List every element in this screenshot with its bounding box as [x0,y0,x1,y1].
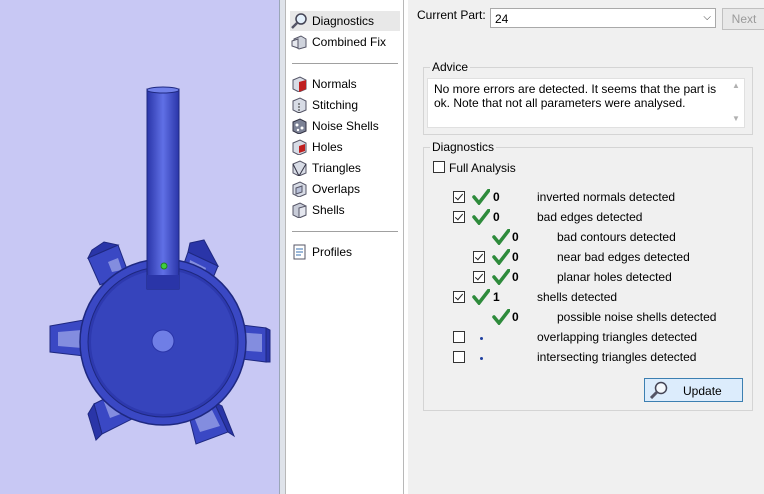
magnifier-icon [290,13,308,29]
check-icon [492,249,510,265]
holes-icon [290,139,308,156]
overlaps-icon [290,181,308,198]
noise-shells-count: 0 [512,310,519,324]
scroll-down-icon[interactable]: ▼ [730,114,742,123]
tool-label: Shells [312,203,345,217]
shells-count: 1 [493,290,500,304]
inverted-normals-checkbox[interactable] [453,191,465,203]
update-label: Update [683,384,722,398]
tool-label: Noise Shells [312,119,379,133]
near-bad-edges-count: 0 [512,250,519,264]
intersecting-triangles-label: intersecting triangles detected [537,350,697,364]
tool-combined-fix[interactable]: Combined Fix [290,32,400,52]
noise-shells-label: possible noise shells detected [557,310,717,324]
check-icon [492,309,510,325]
stitching-icon [290,97,308,114]
planar-holes-label: planar holes detected [557,270,672,284]
tool-holes[interactable]: Holes [290,137,400,157]
check-icon [492,269,510,285]
tool-separator [292,63,398,64]
advice-textbox[interactable]: No more errors are detected. It seems th… [427,78,745,128]
tool-triangles[interactable]: Triangles [290,158,400,178]
bad-edges-label: bad edges detected [537,210,643,224]
bad-contours-count: 0 [512,230,519,244]
bad-edges-checkbox[interactable] [453,211,465,223]
tool-label: Normals [312,77,357,91]
check-icon [492,229,510,245]
tool-label: Holes [312,140,343,154]
triangles-icon [290,160,308,178]
not-checked-dot-icon [480,357,483,360]
profiles-icon [290,244,308,260]
shells-checkbox[interactable] [453,291,465,303]
tool-normals[interactable]: Normals [290,74,400,94]
magnifier-icon [649,381,668,399]
next-button[interactable]: Next [722,8,764,30]
combined-fix-icon [290,34,308,50]
tool-label: Profiles [312,245,353,259]
check-icon [472,289,490,305]
advice-scrollbar[interactable]: ▲ ▼ [730,81,742,125]
advice-title: Advice [430,60,471,74]
shells-icon [290,202,308,219]
tool-profiles[interactable]: Profiles [290,242,400,262]
current-part-label: Current Part: [417,8,486,22]
overlapping-triangles-label: overlapping triangles detected [537,330,698,344]
tool-label: Combined Fix [312,35,387,49]
planar-holes-checkbox[interactable] [473,271,485,283]
3d-viewport[interactable] [0,0,279,494]
intersecting-triangles-checkbox[interactable] [453,351,465,363]
tool-shells[interactable]: Shells [290,200,400,220]
tool-stitching[interactable]: Stitching [290,95,400,115]
shells-label: shells detected [537,290,618,304]
tool-label: Stitching [312,98,359,112]
normals-icon [290,76,308,93]
advice-text: No more errors are detected. It seems th… [434,82,717,110]
tool-separator [292,231,398,232]
scroll-up-icon[interactable]: ▲ [730,81,742,90]
overlapping-triangles-checkbox[interactable] [453,331,465,343]
full-analysis-checkbox[interactable] [433,161,445,173]
tool-list: Diagnostics Combined Fix Normals Stitchi… [285,0,404,494]
check-icon [472,209,490,225]
bad-contours-label: bad contours detected [557,230,676,244]
bad-edges-count: 0 [493,210,500,224]
tool-label: Overlaps [312,182,361,196]
part-model [49,86,271,445]
current-part-select[interactable]: 24 ⌵ [490,8,716,28]
full-analysis-label: Full Analysis [449,161,516,175]
inverted-normals-count: 0 [493,190,500,204]
planar-holes-count: 0 [512,270,519,284]
tool-overlaps[interactable]: Overlaps [290,179,400,199]
diagnostics-title: Diagnostics [430,140,497,154]
not-checked-dot-icon [480,337,483,340]
noise-shells-icon [290,118,308,135]
tool-noise-shells[interactable]: Noise Shells [290,116,400,136]
tool-diagnostics[interactable]: Diagnostics [290,11,400,31]
chevron-down-icon: ⌵ [703,12,711,23]
tool-label: Diagnostics [312,14,375,28]
inverted-normals-label: inverted normals detected [537,190,676,204]
tool-label: Triangles [312,161,361,175]
check-icon [472,189,490,205]
current-part-value: 24 [495,12,509,26]
near-bad-edges-checkbox[interactable] [473,251,485,263]
near-bad-edges-label: near bad edges detected [557,250,690,264]
update-button[interactable]: Update [644,378,743,402]
panel-gap [404,0,408,494]
